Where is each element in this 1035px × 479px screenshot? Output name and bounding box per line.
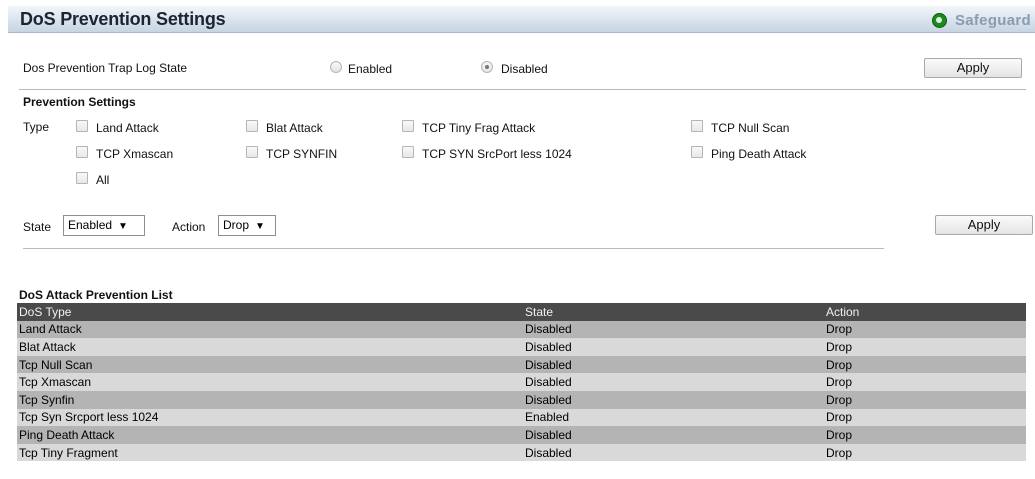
state-label: State bbox=[23, 220, 52, 234]
dos-attack-prevention-table: DoS Type State Action Land Attack Disabl… bbox=[17, 303, 1026, 462]
cell-state: Disabled bbox=[525, 339, 572, 354]
cell-state: Disabled bbox=[525, 445, 572, 460]
trap-log-apply-button[interactable]: Apply bbox=[924, 58, 1022, 78]
all-checkbox[interactable] bbox=[76, 172, 88, 184]
cell-action: Drop bbox=[826, 339, 853, 354]
cell-state: Disabled bbox=[525, 357, 572, 372]
table-header-row: DoS Type State Action bbox=[17, 303, 1026, 321]
tcp-null-scan-checkbox[interactable] bbox=[691, 120, 703, 132]
ping-death-attack-label: Ping Death Attack bbox=[711, 147, 807, 161]
tcp-tiny-frag-attack-checkbox[interactable] bbox=[402, 120, 414, 132]
cell-action: Drop bbox=[826, 427, 853, 442]
cell-action: Drop bbox=[826, 392, 853, 407]
cell-dos-type: Tcp Null Scan bbox=[19, 357, 93, 372]
action-select[interactable]: Drop ▼ bbox=[218, 215, 276, 236]
type-label: Type bbox=[23, 120, 50, 134]
table-row: Ping Death Attack Disabled Drop bbox=[17, 426, 1026, 444]
blat-attack-checkbox[interactable] bbox=[246, 120, 258, 132]
cell-action: Drop bbox=[826, 445, 853, 460]
tcp-synfin-label: TCP SYNFIN bbox=[266, 147, 338, 161]
cell-action: Drop bbox=[826, 410, 853, 425]
tcp-syn-srcport-checkbox[interactable] bbox=[402, 146, 414, 158]
cell-dos-type: Tcp Syn Srcport less 1024 bbox=[19, 410, 159, 425]
column-header-state: State bbox=[525, 304, 554, 319]
cell-state: Disabled bbox=[525, 392, 572, 407]
blat-attack-label: Blat Attack bbox=[266, 121, 323, 135]
column-header-dos-type: DoS Type bbox=[19, 304, 72, 319]
chevron-down-icon: ▼ bbox=[255, 221, 265, 232]
dos-attack-prevention-list-heading: DoS Attack Prevention List bbox=[19, 288, 173, 302]
table-row: Blat Attack Disabled Drop bbox=[17, 338, 1026, 356]
chevron-down-icon: ▼ bbox=[118, 221, 128, 232]
table-row: Tcp Tiny Fragment Disabled Drop bbox=[17, 443, 1026, 462]
ping-death-attack-checkbox[interactable] bbox=[691, 146, 703, 158]
land-attack-label: Land Attack bbox=[96, 121, 159, 135]
state-select-value: Enabled bbox=[68, 218, 113, 232]
trap-log-state-label: Dos Prevention Trap Log State bbox=[23, 61, 188, 75]
settings-divider bbox=[23, 248, 884, 249]
cell-dos-type: Tcp Synfin bbox=[19, 392, 75, 407]
cell-state: Disabled bbox=[525, 322, 572, 337]
page-title: DoS Prevention Settings bbox=[20, 9, 226, 29]
table-row: Tcp Synfin Disabled Drop bbox=[17, 390, 1026, 409]
state-select[interactable]: Enabled ▼ bbox=[63, 215, 145, 236]
cell-dos-type: Tcp Xmascan bbox=[19, 375, 92, 390]
tcp-null-scan-label: TCP Null Scan bbox=[711, 121, 790, 135]
cell-dos-type: Blat Attack bbox=[19, 339, 76, 354]
prevention-apply-button[interactable]: Apply bbox=[935, 215, 1033, 235]
cell-state: Disabled bbox=[525, 375, 572, 390]
cell-dos-type: Tcp Tiny Fragment bbox=[19, 445, 118, 460]
trap-log-disabled-label: Disabled bbox=[501, 62, 548, 76]
cell-action: Drop bbox=[826, 375, 853, 390]
cell-dos-type: Land Attack bbox=[19, 322, 82, 337]
cell-state: Enabled bbox=[525, 410, 570, 425]
cell-action: Drop bbox=[826, 322, 853, 337]
tcp-syn-srcport-label: TCP SYN SrcPort less 1024 bbox=[422, 147, 572, 161]
tcp-tiny-frag-attack-label: TCP Tiny Frag Attack bbox=[422, 121, 536, 135]
cell-action: Drop bbox=[826, 357, 853, 372]
title-bar: DoS Prevention Settings Safeguard bbox=[8, 6, 1035, 33]
table-row: Tcp Null Scan Disabled Drop bbox=[17, 355, 1026, 374]
tcp-xmascan-checkbox[interactable] bbox=[76, 146, 88, 158]
safeguard-status-icon bbox=[931, 12, 947, 28]
safeguard-label: Safeguard bbox=[954, 11, 1031, 29]
tcp-synfin-checkbox[interactable] bbox=[246, 146, 258, 158]
safeguard-indicator[interactable]: Safeguard bbox=[931, 10, 1031, 30]
prevention-settings-heading: Prevention Settings bbox=[23, 95, 136, 109]
column-header-action: Action bbox=[826, 304, 860, 319]
cell-dos-type: Ping Death Attack bbox=[19, 427, 115, 442]
trap-log-enabled-label: Enabled bbox=[348, 62, 393, 76]
table-row: Tcp Xmascan Disabled Drop bbox=[17, 373, 1026, 391]
action-label: Action bbox=[172, 220, 206, 234]
section-divider bbox=[19, 89, 1026, 90]
trap-log-disabled-radio[interactable] bbox=[481, 61, 493, 73]
trap-log-enabled-radio[interactable] bbox=[330, 61, 342, 73]
table-row: Tcp Syn Srcport less 1024 Enabled Drop bbox=[17, 408, 1026, 427]
land-attack-checkbox[interactable] bbox=[76, 120, 88, 132]
action-select-value: Drop bbox=[223, 218, 250, 232]
all-label: All bbox=[96, 173, 110, 187]
cell-state: Disabled bbox=[525, 427, 572, 442]
tcp-xmascan-label: TCP Xmascan bbox=[96, 147, 174, 161]
table-row: Land Attack Disabled Drop bbox=[17, 320, 1026, 339]
